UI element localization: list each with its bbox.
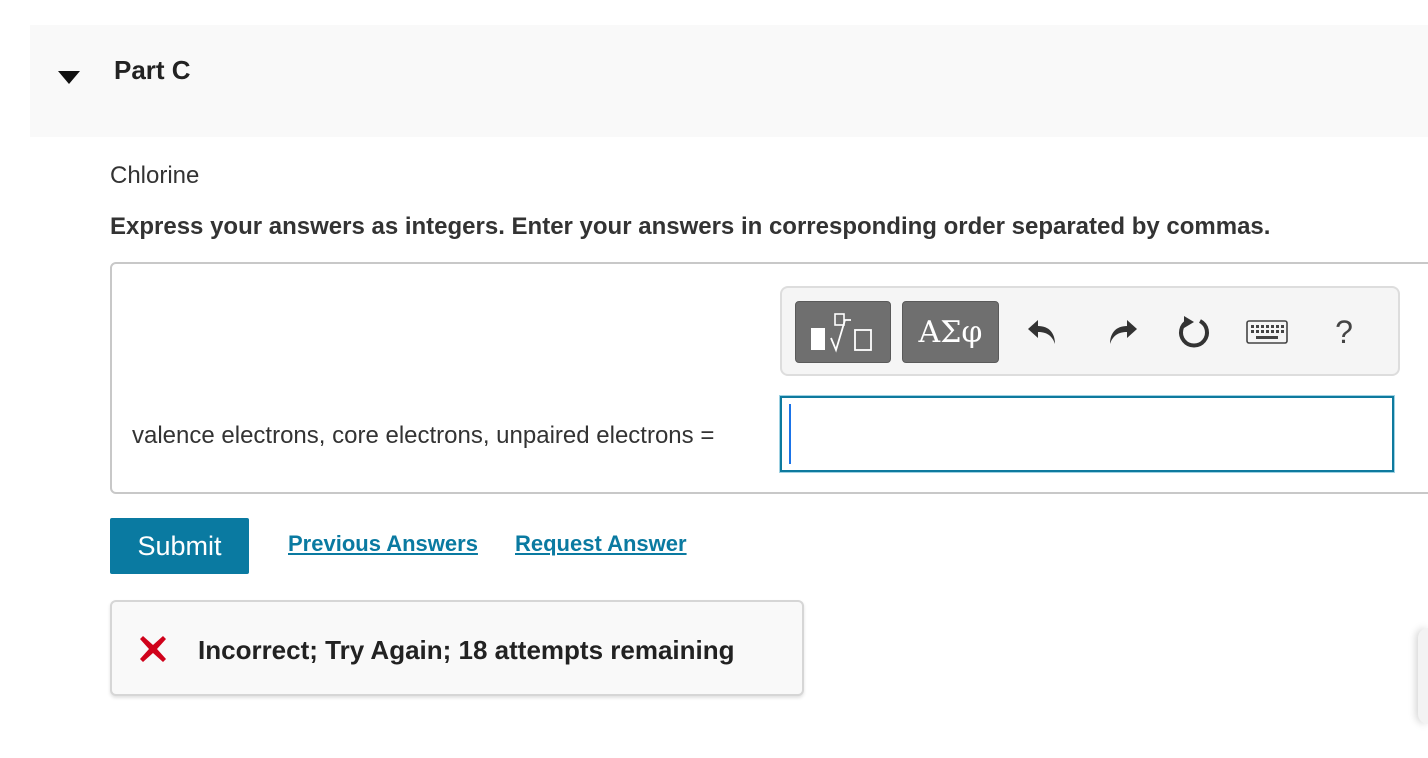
incorrect-x-icon	[140, 636, 166, 662]
text-caret	[789, 404, 791, 464]
submit-button[interactable]: Submit	[110, 518, 249, 574]
part-header[interactable]: Part C	[30, 25, 1428, 137]
answer-input[interactable]	[780, 396, 1394, 472]
math-toolbar: ΑΣφ ?	[780, 286, 1400, 376]
collapse-triangle-icon[interactable]	[56, 65, 82, 91]
help-icon[interactable]: ?	[1322, 310, 1366, 354]
element-name: Chlorine	[110, 162, 200, 189]
request-answer-link[interactable]: Request Answer	[515, 531, 687, 557]
previous-answers-link[interactable]: Previous Answers	[288, 531, 478, 557]
reset-icon[interactable]	[1172, 310, 1216, 354]
undo-icon[interactable]	[1021, 310, 1065, 354]
feedback-box: Incorrect; Try Again; 18 attempts remain…	[110, 600, 804, 696]
page: Part C Chlorine Express your answers as …	[0, 0, 1428, 758]
answer-instructions: Express your answers as integers. Enter …	[110, 213, 1271, 240]
templates-button[interactable]	[795, 301, 891, 363]
answer-field-label: valence electrons, core electrons, unpai…	[132, 422, 715, 449]
redo-icon[interactable]	[1100, 310, 1144, 354]
templates-icon	[811, 313, 872, 353]
keyboard-icon[interactable]	[1245, 310, 1289, 354]
feedback-message: Incorrect; Try Again; 18 attempts remain…	[198, 635, 735, 665]
side-panel-tab[interactable]	[1418, 628, 1428, 724]
part-title: Part C	[114, 55, 191, 85]
greek-symbols-button[interactable]: ΑΣφ	[902, 301, 999, 363]
